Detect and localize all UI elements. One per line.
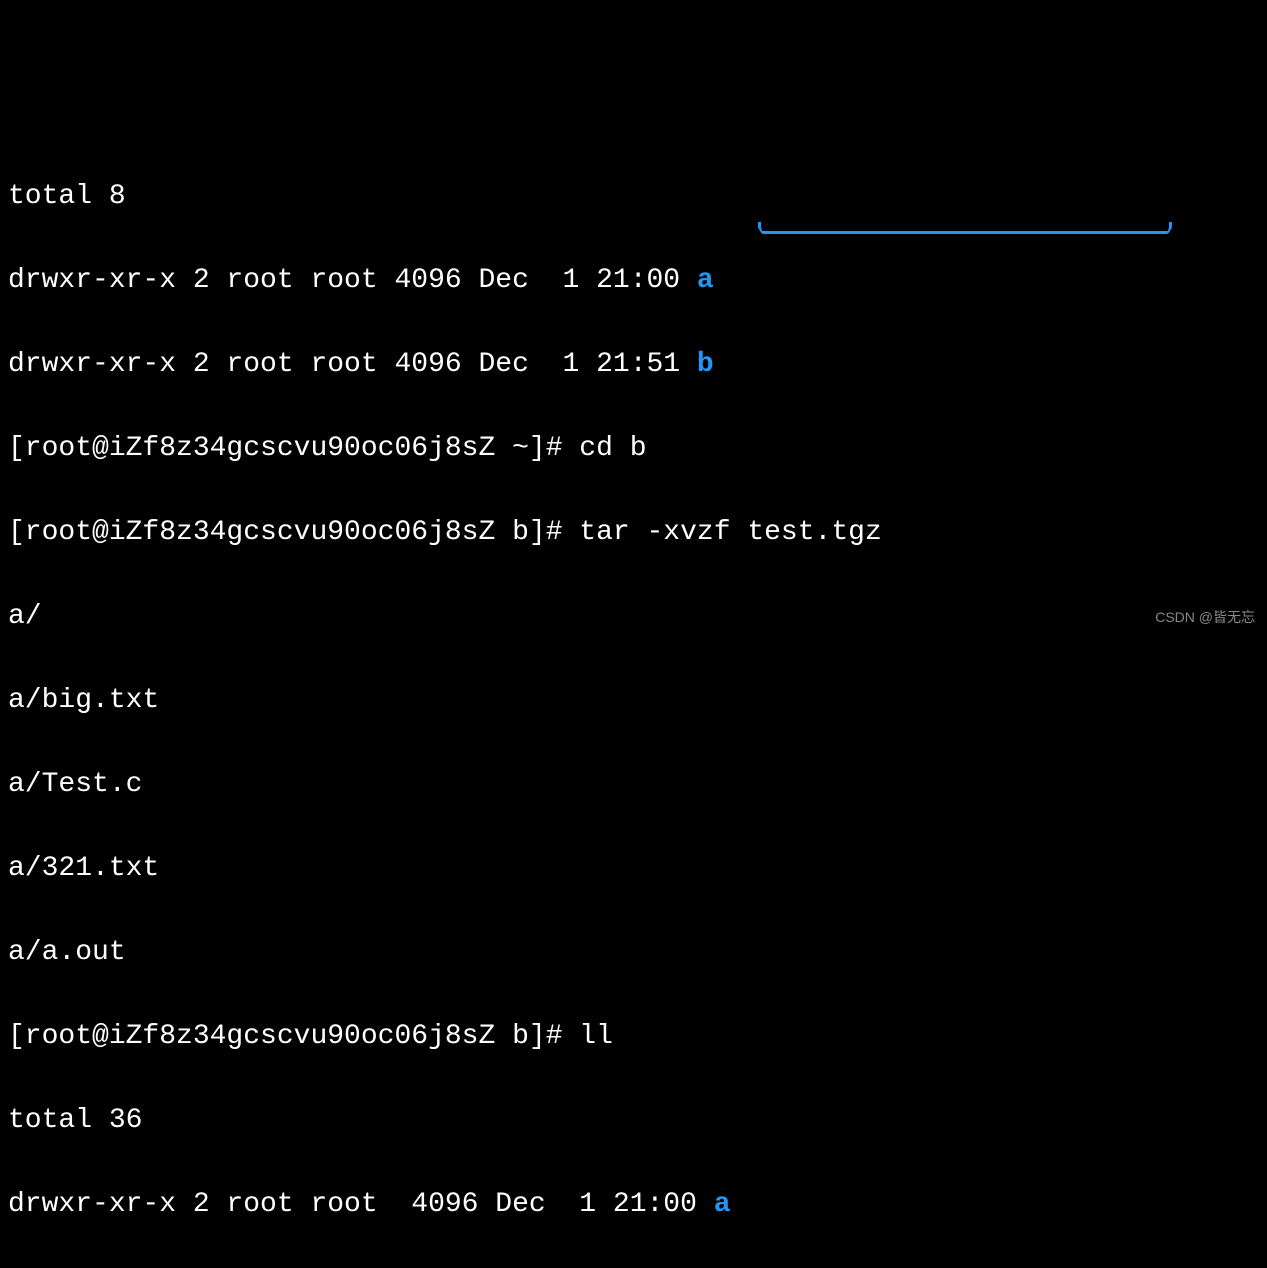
shell-command: cd b: [579, 433, 646, 464]
directory-name: a: [697, 265, 714, 296]
shell-prompt: [root@iZf8z34gcscvu90oc06j8sZ b]#: [8, 517, 579, 548]
extracted-path: a/Test.c: [8, 769, 142, 800]
terminal-line-total: total 8: [8, 176, 1259, 218]
total-output: total 8: [8, 181, 126, 212]
terminal-prompt-line[interactable]: [root@iZf8z34gcscvu90oc06j8sZ b]# tar -x…: [8, 512, 1259, 554]
shell-prompt: [root@iZf8z34gcscvu90oc06j8sZ b]#: [8, 1021, 579, 1052]
shell-command: ll: [579, 1021, 613, 1052]
tar-output-line: a/Test.c: [8, 764, 1259, 806]
extracted-path: a/a.out: [8, 937, 126, 968]
extracted-path: a/big.txt: [8, 685, 159, 716]
shell-prompt: [root@iZf8z34gcscvu90oc06j8sZ ~]#: [8, 433, 579, 464]
directory-name: a: [714, 1189, 731, 1220]
terminal-line-total: total 36: [8, 1100, 1259, 1142]
terminal-line-ls: drwxr-xr-x 2 root root 4096 Dec 1 21:00 …: [8, 1184, 1259, 1226]
tar-output-line: a/a.out: [8, 932, 1259, 974]
watermark-text: CSDN @皆无忘: [1155, 607, 1255, 628]
ls-entry-perms: drwxr-xr-x 2 root root 4096 Dec 1 21:51: [8, 349, 697, 380]
shell-command: tar -xvzf test.tgz: [579, 517, 881, 548]
terminal-line-ls: drwxr-xr-x 2 root root 4096 Dec 1 21:00 …: [8, 260, 1259, 302]
ls-entry-perms: drwxr-xr-x 2 root root 4096 Dec 1 21:00: [8, 265, 697, 296]
extracted-path: a/321.txt: [8, 853, 159, 884]
terminal-prompt-line[interactable]: [root@iZf8z34gcscvu90oc06j8sZ b]# ll: [8, 1016, 1259, 1058]
extracted-path: a/: [8, 601, 42, 632]
annotation-underline: [760, 230, 1170, 234]
tar-output-line: a/big.txt: [8, 680, 1259, 722]
terminal-prompt-line[interactable]: [root@iZf8z34gcscvu90oc06j8sZ ~]# cd b: [8, 428, 1259, 470]
ls-entry-perms: drwxr-xr-x 2 root root 4096 Dec 1 21:00: [8, 1189, 714, 1220]
terminal-line-ls: drwxr-xr-x 2 root root 4096 Dec 1 21:51 …: [8, 344, 1259, 386]
tar-output-line: a/321.txt: [8, 848, 1259, 890]
total-output: total 36: [8, 1105, 142, 1136]
tar-output-line: a/: [8, 596, 1259, 638]
directory-name: b: [697, 349, 714, 380]
